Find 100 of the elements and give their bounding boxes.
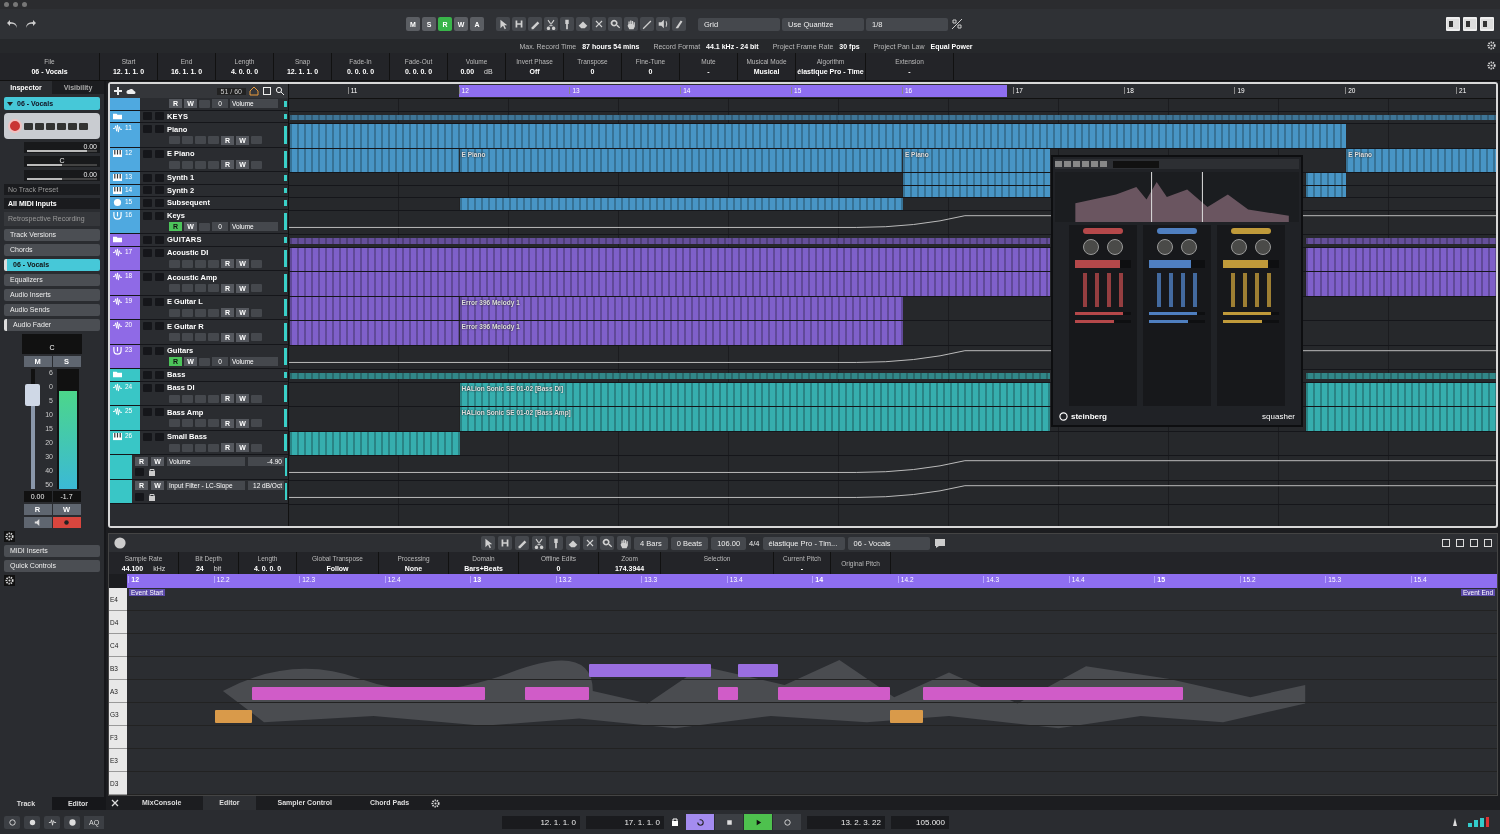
cross-icon[interactable] — [583, 536, 597, 550]
band-fader[interactable] — [1193, 273, 1197, 307]
window-control-dot[interactable] — [4, 2, 9, 7]
folder-button[interactable] — [251, 443, 262, 452]
band-slider[interactable] — [1149, 260, 1205, 268]
edit-button[interactable] — [199, 357, 210, 366]
lanes-button[interactable] — [208, 308, 219, 317]
folder-button[interactable] — [251, 419, 262, 428]
folder-button[interactable] — [251, 308, 262, 317]
lock-icon[interactable] — [670, 817, 680, 827]
monitor-button[interactable] — [23, 517, 52, 528]
left-locator-field[interactable]: 12. 1. 1. 0 — [502, 815, 580, 829]
window-control-dot[interactable] — [13, 2, 18, 7]
fader-handle[interactable] — [25, 384, 40, 407]
play-button[interactable] — [744, 814, 772, 830]
settings-icon[interactable] — [1487, 61, 1496, 70]
band-fader[interactable] — [1119, 273, 1123, 307]
event-clip[interactable] — [289, 373, 1051, 379]
event-clip[interactable] — [1305, 382, 1496, 406]
scissors-icon[interactable] — [532, 536, 546, 550]
record-enable-button[interactable] — [169, 284, 180, 293]
settings-icon[interactable] — [4, 575, 15, 586]
lanes-button[interactable] — [208, 333, 219, 342]
record-enable-button[interactable] — [169, 136, 180, 145]
pencil-icon[interactable] — [528, 17, 542, 31]
band-fader[interactable] — [1107, 273, 1111, 307]
layout-icon[interactable] — [1446, 17, 1460, 31]
lanes-button[interactable] — [208, 160, 219, 169]
chat-icon[interactable] — [932, 536, 947, 550]
edit-button[interactable] — [199, 222, 210, 231]
folder-button[interactable] — [251, 333, 262, 342]
event-clip[interactable] — [289, 148, 460, 172]
event-clip[interactable] — [458, 198, 903, 210]
lanes-button[interactable] — [208, 419, 219, 428]
close-icon[interactable] — [110, 798, 120, 808]
edit-button[interactable] — [195, 419, 206, 428]
tempo-field[interactable]: 105.000 — [891, 815, 949, 829]
speaker-icon[interactable] — [656, 17, 670, 31]
event-clip[interactable] — [1305, 238, 1496, 244]
knob-icon[interactable] — [1255, 239, 1271, 255]
punch-button[interactable] — [64, 815, 80, 829]
knob-icon[interactable] — [1107, 239, 1123, 255]
eraser-icon[interactable] — [566, 536, 580, 550]
edit-button[interactable] — [195, 308, 206, 317]
cross-icon[interactable] — [592, 17, 606, 31]
band-tag[interactable] — [1083, 228, 1123, 234]
range-icon[interactable] — [512, 17, 526, 31]
band-fader[interactable] — [1243, 273, 1247, 307]
lanes-button[interactable] — [208, 443, 219, 452]
lanes-button[interactable] — [208, 394, 219, 403]
cycle-button[interactable] — [686, 814, 714, 830]
event-clip[interactable] — [289, 431, 460, 455]
cycle-range[interactable] — [458, 85, 1008, 97]
knob-icon[interactable] — [1083, 239, 1099, 255]
line-icon[interactable] — [640, 17, 654, 31]
layout-icon[interactable] — [1463, 17, 1477, 31]
edit-button[interactable] — [195, 443, 206, 452]
pitch-segment[interactable] — [214, 709, 252, 723]
event-clip[interactable] — [289, 272, 1051, 296]
band-fader[interactable] — [1157, 273, 1161, 307]
pencil-icon[interactable] — [515, 536, 529, 550]
glue-icon[interactable] — [549, 536, 563, 550]
range-icon[interactable] — [498, 536, 512, 550]
band-slider[interactable] — [1223, 260, 1279, 268]
cycle-mode-button[interactable] — [44, 815, 60, 829]
right-locator-field[interactable]: 17. 1. 1. 0 — [586, 815, 664, 829]
event-clip[interactable] — [1305, 407, 1496, 431]
record-enable-button[interactable] — [169, 259, 180, 268]
event-clip[interactable] — [1305, 247, 1496, 271]
scissors-icon[interactable] — [544, 17, 558, 31]
event-clip[interactable] — [901, 173, 1051, 185]
preset-field[interactable] — [1113, 160, 1159, 168]
lanes-button[interactable] — [208, 284, 219, 293]
magnifier-icon[interactable] — [600, 536, 614, 550]
edit-button[interactable] — [195, 333, 206, 342]
knob-icon[interactable] — [1181, 239, 1197, 255]
record-enable-button[interactable] — [169, 333, 180, 342]
band-tag[interactable] — [1157, 228, 1197, 234]
record-button[interactable] — [773, 814, 801, 830]
event-clip[interactable] — [289, 124, 1347, 148]
window-icon[interactable] — [262, 86, 272, 96]
eraser-icon[interactable] — [576, 17, 590, 31]
metronome-icon[interactable] — [1450, 817, 1460, 827]
magnifier-icon[interactable] — [608, 17, 622, 31]
position-field[interactable]: 13. 2. 3. 22 — [807, 815, 885, 829]
edit-button[interactable] — [195, 160, 206, 169]
event-clip[interactable] — [1305, 272, 1496, 296]
output-slider[interactable] — [1075, 320, 1131, 323]
window-control-dot[interactable] — [22, 2, 27, 7]
record-enable-button[interactable] — [169, 160, 180, 169]
plus-icon[interactable] — [113, 86, 123, 96]
folder-button[interactable] — [251, 394, 262, 403]
activity-button[interactable] — [4, 815, 20, 829]
band-fader[interactable] — [1181, 273, 1185, 307]
band-fader[interactable] — [1083, 273, 1087, 307]
knob-icon[interactable] — [1231, 239, 1247, 255]
folder-button[interactable] — [251, 259, 262, 268]
record-mode-button[interactable] — [24, 815, 40, 829]
record-enable-button[interactable] — [169, 308, 180, 317]
lock-icon[interactable] — [146, 468, 157, 477]
